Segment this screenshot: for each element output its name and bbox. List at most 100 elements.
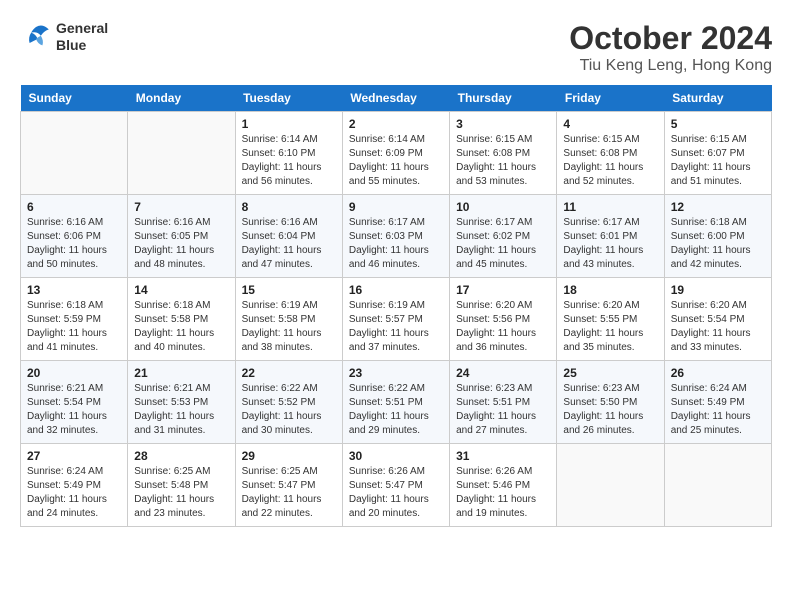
day-cell: 25Sunrise: 6:23 AM Sunset: 5:50 PM Dayli…	[557, 361, 664, 444]
day-cell	[557, 444, 664, 527]
week-row-4: 20 Sunrise: 6:21 AM Sunset: 5:54 PM Dayli…	[21, 361, 772, 444]
day-info: Sunrise: 6:25 AM Sunset: 5:48 PM Dayligh…	[134, 465, 228, 521]
day-cell: 26 Sunrise: 6:24 AM Sunset: 5:49 PM Dayli…	[664, 361, 771, 444]
day-number: 11	[563, 200, 657, 214]
day-info: Sunrise: 6:23 AM Sunset: 5:50 PM Dayligh…	[563, 382, 657, 438]
day-info: Sunrise: 6:15 AM Sunset: 6:08 PM Dayligh…	[563, 133, 657, 189]
day-number: 26	[671, 366, 765, 380]
day-cell: 27 Sunrise: 6:24 AM Sunset: 5:49 PM Dayli…	[21, 444, 128, 527]
day-cell: 13 Sunrise: 6:18 AM Sunset: 5:59 PM Dayli…	[21, 278, 128, 361]
location-title: Tiu Keng Leng, Hong Kong	[569, 57, 772, 75]
day-number: 8	[242, 200, 336, 214]
day-number: 9	[349, 200, 443, 214]
day-number: 22	[242, 366, 336, 380]
column-header-tuesday: Tuesday	[235, 85, 342, 112]
day-number: 18	[563, 283, 657, 297]
day-number: 5	[671, 117, 765, 131]
day-number: 14	[134, 283, 228, 297]
day-cell: 28 Sunrise: 6:25 AM Sunset: 5:48 PM Dayli…	[128, 444, 235, 527]
day-cell: 4 Sunrise: 6:15 AM Sunset: 6:08 PM Daylig…	[557, 112, 664, 195]
day-info: Sunrise: 6:24 AM Sunset: 5:49 PM Dayligh…	[27, 465, 121, 521]
day-info: Sunrise: 6:15 AM Sunset: 6:08 PM Dayligh…	[456, 133, 550, 189]
day-cell: 12 Sunrise: 6:18 AM Sunset: 6:00 PM Dayli…	[664, 195, 771, 278]
logo-icon	[20, 23, 52, 51]
day-cell: 7Sunrise: 6:16 AM Sunset: 6:05 PM Daylig…	[128, 195, 235, 278]
day-info: Sunrise: 6:17 AM Sunset: 6:02 PM Dayligh…	[456, 216, 550, 272]
day-info: Sunrise: 6:25 AM Sunset: 5:47 PM Dayligh…	[242, 465, 336, 521]
day-cell: 6 Sunrise: 6:16 AM Sunset: 6:06 PM Daylig…	[21, 195, 128, 278]
day-cell: 11 Sunrise: 6:17 AM Sunset: 6:01 PM Dayli…	[557, 195, 664, 278]
column-header-monday: Monday	[128, 85, 235, 112]
day-info: Sunrise: 6:15 AM Sunset: 6:07 PM Dayligh…	[671, 133, 765, 189]
day-number: 23	[349, 366, 443, 380]
day-number: 29	[242, 449, 336, 463]
page-header: General Blue October 2024 Tiu Keng Leng,…	[20, 20, 772, 75]
day-cell	[21, 112, 128, 195]
day-cell: 16 Sunrise: 6:19 AM Sunset: 5:57 PM Dayli…	[342, 278, 449, 361]
week-row-3: 13 Sunrise: 6:18 AM Sunset: 5:59 PM Dayli…	[21, 278, 772, 361]
week-row-2: 6 Sunrise: 6:16 AM Sunset: 6:06 PM Daylig…	[21, 195, 772, 278]
day-cell: 20 Sunrise: 6:21 AM Sunset: 5:54 PM Dayli…	[21, 361, 128, 444]
day-info: Sunrise: 6:22 AM Sunset: 5:52 PM Dayligh…	[242, 382, 336, 438]
day-info: Sunrise: 6:20 AM Sunset: 5:56 PM Dayligh…	[456, 299, 550, 355]
day-number: 27	[27, 449, 121, 463]
week-row-5: 27 Sunrise: 6:24 AM Sunset: 5:49 PM Dayli…	[21, 444, 772, 527]
day-info: Sunrise: 6:24 AM Sunset: 5:49 PM Dayligh…	[671, 382, 765, 438]
day-cell: 31 Sunrise: 6:26 AM Sunset: 5:46 PM Dayli…	[450, 444, 557, 527]
day-info: Sunrise: 6:19 AM Sunset: 5:57 PM Dayligh…	[349, 299, 443, 355]
day-cell: 17Sunrise: 6:20 AM Sunset: 5:56 PM Dayli…	[450, 278, 557, 361]
day-number: 2	[349, 117, 443, 131]
column-header-saturday: Saturday	[664, 85, 771, 112]
day-info: Sunrise: 6:14 AM Sunset: 6:10 PM Dayligh…	[242, 133, 336, 189]
day-info: Sunrise: 6:18 AM Sunset: 5:59 PM Dayligh…	[27, 299, 121, 355]
day-number: 13	[27, 283, 121, 297]
day-info: Sunrise: 6:16 AM Sunset: 6:05 PM Dayligh…	[134, 216, 228, 272]
day-info: Sunrise: 6:26 AM Sunset: 5:47 PM Dayligh…	[349, 465, 443, 521]
day-number: 6	[27, 200, 121, 214]
day-cell: 2 Sunrise: 6:14 AM Sunset: 6:09 PM Daylig…	[342, 112, 449, 195]
day-info: Sunrise: 6:16 AM Sunset: 6:04 PM Dayligh…	[242, 216, 336, 272]
day-info: Sunrise: 6:22 AM Sunset: 5:51 PM Dayligh…	[349, 382, 443, 438]
day-cell: 14 Sunrise: 6:18 AM Sunset: 5:58 PM Dayli…	[128, 278, 235, 361]
day-info: Sunrise: 6:18 AM Sunset: 5:58 PM Dayligh…	[134, 299, 228, 355]
day-cell: 1 Sunrise: 6:14 AM Sunset: 6:10 PM Daylig…	[235, 112, 342, 195]
column-header-thursday: Thursday	[450, 85, 557, 112]
day-info: Sunrise: 6:23 AM Sunset: 5:51 PM Dayligh…	[456, 382, 550, 438]
day-info: Sunrise: 6:21 AM Sunset: 5:53 PM Dayligh…	[134, 382, 228, 438]
day-cell: 23 Sunrise: 6:22 AM Sunset: 5:51 PM Dayli…	[342, 361, 449, 444]
day-cell: 8 Sunrise: 6:16 AM Sunset: 6:04 PM Daylig…	[235, 195, 342, 278]
day-cell: 9 Sunrise: 6:17 AM Sunset: 6:03 PM Daylig…	[342, 195, 449, 278]
day-number: 20	[27, 366, 121, 380]
column-headers: SundayMondayTuesdayWednesdayThursdayFrid…	[21, 85, 772, 112]
day-info: Sunrise: 6:20 AM Sunset: 5:54 PM Dayligh…	[671, 299, 765, 355]
day-cell	[128, 112, 235, 195]
day-number: 3	[456, 117, 550, 131]
column-header-friday: Friday	[557, 85, 664, 112]
day-info: Sunrise: 6:14 AM Sunset: 6:09 PM Dayligh…	[349, 133, 443, 189]
day-cell: 15Sunrise: 6:19 AM Sunset: 5:58 PM Dayli…	[235, 278, 342, 361]
day-number: 10	[456, 200, 550, 214]
day-cell: 22 Sunrise: 6:22 AM Sunset: 5:52 PM Dayli…	[235, 361, 342, 444]
day-info: Sunrise: 6:17 AM Sunset: 6:03 PM Dayligh…	[349, 216, 443, 272]
week-row-1: 1 Sunrise: 6:14 AM Sunset: 6:10 PM Daylig…	[21, 112, 772, 195]
day-number: 4	[563, 117, 657, 131]
day-info: Sunrise: 6:21 AM Sunset: 5:54 PM Dayligh…	[27, 382, 121, 438]
day-number: 19	[671, 283, 765, 297]
day-cell: 30 Sunrise: 6:26 AM Sunset: 5:47 PM Dayli…	[342, 444, 449, 527]
day-info: Sunrise: 6:18 AM Sunset: 6:00 PM Dayligh…	[671, 216, 765, 272]
day-info: Sunrise: 6:19 AM Sunset: 5:58 PM Dayligh…	[242, 299, 336, 355]
day-number: 30	[349, 449, 443, 463]
day-info: Sunrise: 6:17 AM Sunset: 6:01 PM Dayligh…	[563, 216, 657, 272]
day-number: 31	[456, 449, 550, 463]
day-number: 21	[134, 366, 228, 380]
day-info: Sunrise: 6:26 AM Sunset: 5:46 PM Dayligh…	[456, 465, 550, 521]
month-title: October 2024	[569, 20, 772, 57]
day-number: 28	[134, 449, 228, 463]
day-cell: 3 Sunrise: 6:15 AM Sunset: 6:08 PM Daylig…	[450, 112, 557, 195]
day-number: 12	[671, 200, 765, 214]
day-info: Sunrise: 6:16 AM Sunset: 6:06 PM Dayligh…	[27, 216, 121, 272]
column-header-sunday: Sunday	[21, 85, 128, 112]
day-number: 16	[349, 283, 443, 297]
day-cell: 24Sunrise: 6:23 AM Sunset: 5:51 PM Dayli…	[450, 361, 557, 444]
day-number: 1	[242, 117, 336, 131]
